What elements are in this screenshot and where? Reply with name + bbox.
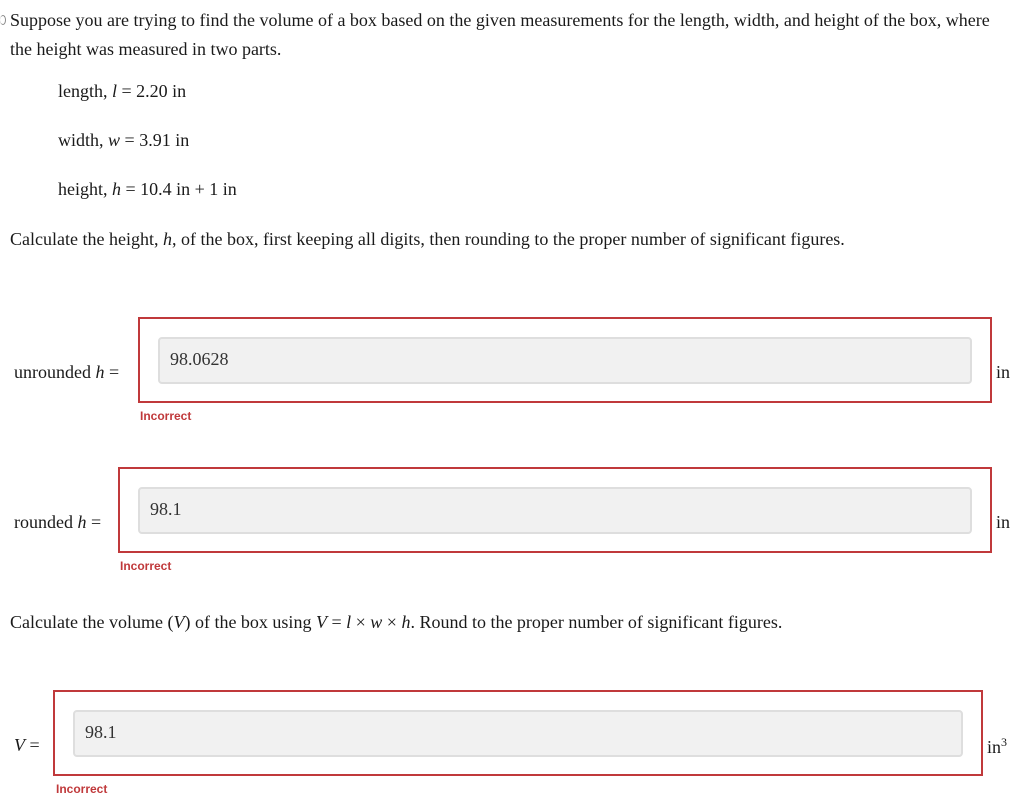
rounded-h-label: rounded h = <box>14 512 102 532</box>
unrounded-h-unit: in <box>996 362 1011 382</box>
rounded-h-input[interactable]: 98.1 <box>138 487 972 534</box>
unrounded-h-label: unrounded h = <box>14 362 120 382</box>
volume-unit: in3 <box>987 735 1008 757</box>
problem-intro: Suppose you are trying to find the volum… <box>10 10 990 59</box>
rounded-h-status: Incorrect <box>120 559 172 573</box>
question-volume: Calculate the volume (V) of the box usin… <box>10 612 783 632</box>
given-length: length, l = 2.20 in <box>58 81 187 101</box>
rounded-h-answer-frame: 98.1 <box>118 467 992 553</box>
volume-answer-frame: 98.1 <box>53 690 983 776</box>
volume-input[interactable]: 98.1 <box>73 710 963 757</box>
volume-label: V = <box>14 735 40 755</box>
unrounded-h-status: Incorrect <box>140 409 192 423</box>
bullet-icon <box>0 15 6 25</box>
given-width: width, w = 3.91 in <box>58 130 190 150</box>
unrounded-h-input[interactable]: 98.0628 <box>158 337 972 384</box>
unrounded-h-answer-frame: 98.0628 <box>138 317 992 403</box>
given-height: height, h = 10.4 in + 1 in <box>58 179 237 199</box>
volume-status: Incorrect <box>56 782 108 796</box>
question-height: Calculate the height, h, of the box, fir… <box>10 229 845 249</box>
rounded-h-unit: in <box>996 512 1011 532</box>
